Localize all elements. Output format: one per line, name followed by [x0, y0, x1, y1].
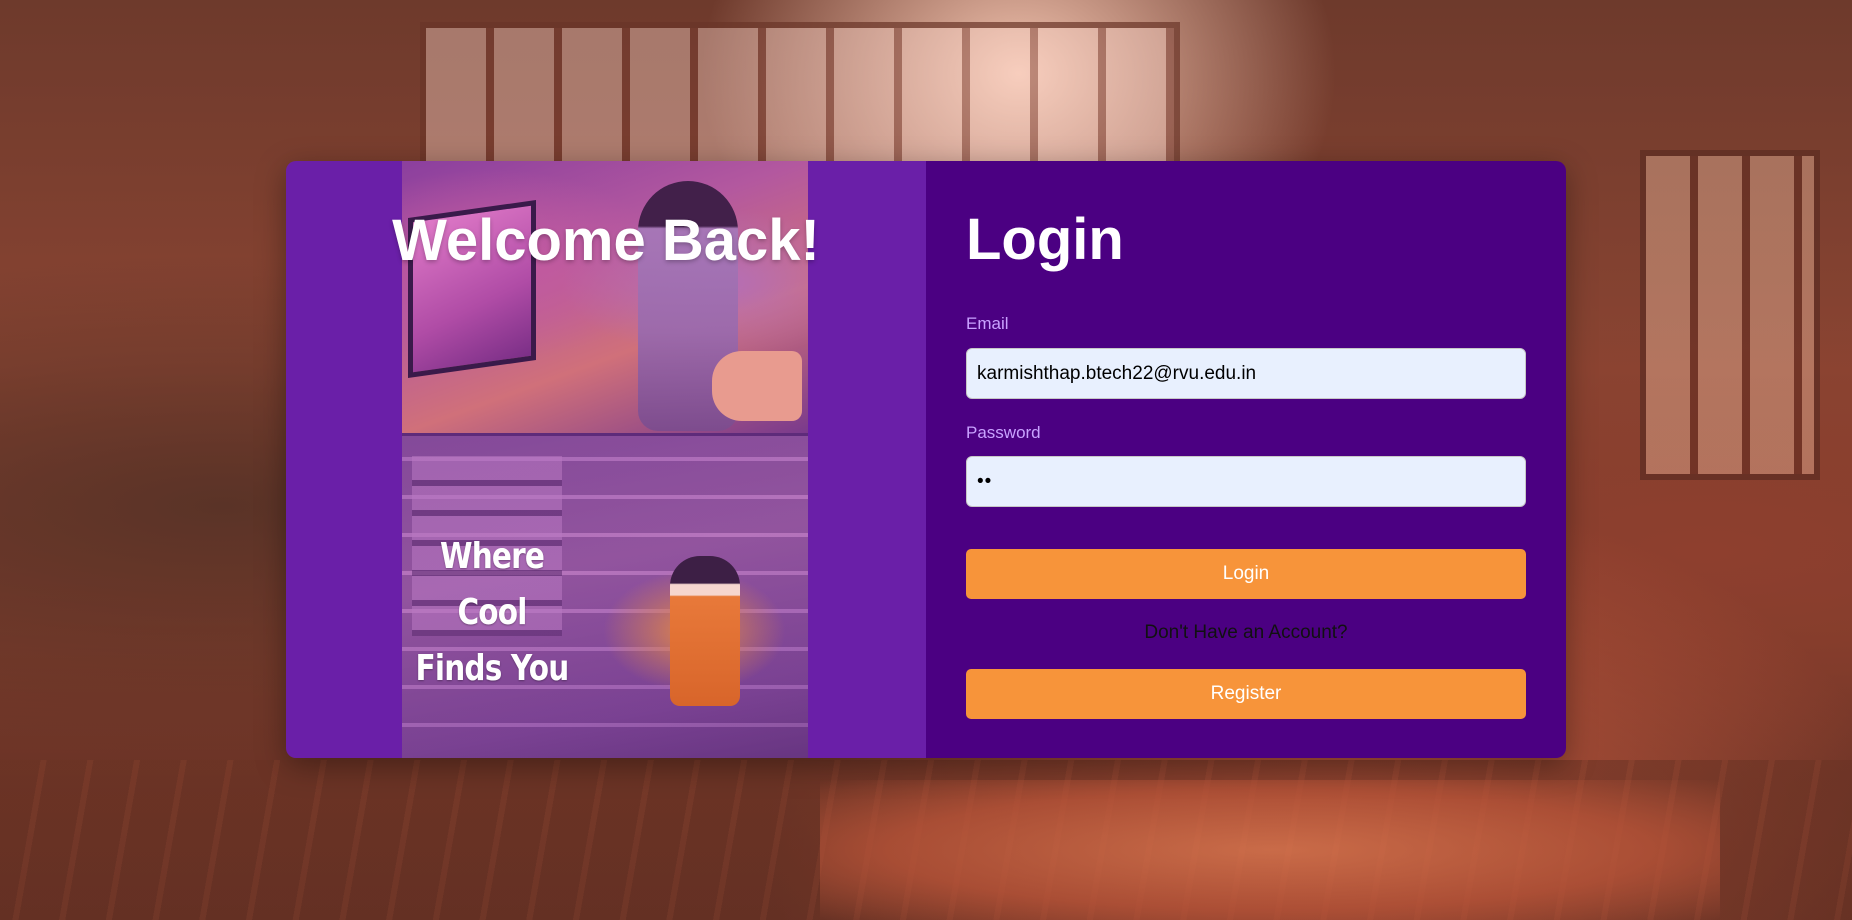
- background-side-window: [1640, 150, 1820, 480]
- illustration-tagline: Where Cool Finds You: [415, 536, 570, 689]
- account-prompt: Don't Have an Account?: [1144, 622, 1348, 643]
- login-button[interactable]: Login: [966, 549, 1526, 599]
- password-field[interactable]: [966, 456, 1526, 507]
- background-window: [420, 22, 1180, 172]
- reading-girl-illustration: [670, 556, 740, 706]
- pillow-illustration: [712, 351, 802, 421]
- welcome-panel: Where Cool Finds You Welcome Back!: [286, 161, 926, 758]
- login-panel: Login Email Password Login Don't Have an…: [926, 161, 1566, 758]
- login-title: Login: [966, 207, 1124, 272]
- illustration-top-scene: [402, 161, 808, 433]
- email-label: Email: [966, 314, 1009, 333]
- login-card: Where Cool Finds You Welcome Back! Login …: [286, 161, 1566, 758]
- background-rug: [820, 780, 1720, 920]
- welcome-title: Welcome Back!: [392, 208, 820, 273]
- email-field[interactable]: [966, 348, 1526, 399]
- register-button[interactable]: Register: [966, 669, 1526, 719]
- password-label: Password: [966, 423, 1041, 442]
